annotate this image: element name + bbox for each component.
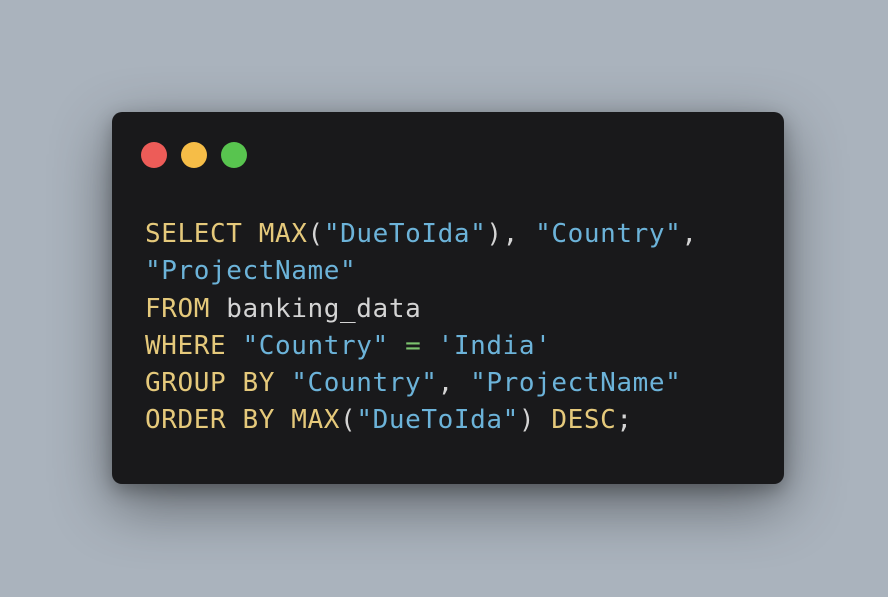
code-line: SELECT MAX("DueToIda"), "Country", [145,216,698,253]
code-token: "DueToIda" [356,405,519,436]
code-token: SELECT [145,219,259,249]
code-line: WHERE "Country" = 'India' [145,328,698,365]
maximize-dot-icon[interactable] [221,142,247,168]
code-token: ( [340,405,357,436]
sql-code-block: SELECT MAX("DueToIda"), "Country", "Proje… [145,216,698,440]
code-token: MAX [258,219,308,249]
code-line: FROM banking_data [145,291,698,328]
code-token: banking_data [226,293,422,324]
code-token: "Country" [535,219,682,249]
code-token: ( [307,219,324,249]
code-token: ORDER BY [145,405,292,436]
code-token: ), [486,219,536,249]
code-token: 'India' [437,330,552,361]
minimize-dot-icon[interactable] [181,142,207,168]
code-token: ) [518,405,552,436]
code-token: "Country" [291,368,438,399]
code-token: DESC [551,405,617,436]
code-token: "Country" [242,330,389,361]
code-token: "DueToIda" [323,219,487,249]
code-token: "ProjectName" [145,256,357,287]
code-token: GROUP BY [145,368,292,399]
code-token: WHERE [145,330,243,361]
close-dot-icon[interactable] [141,142,167,168]
code-line: GROUP BY "Country", "ProjectName" [145,365,698,402]
code-token: MAX [291,405,341,436]
code-token: , [681,219,698,249]
code-token: = [405,330,422,361]
code-token: , [437,368,471,399]
code-line: "ProjectName" [145,253,698,290]
code-token: FROM [145,293,227,324]
window-controls [141,142,247,168]
code-line: ORDER BY MAX("DueToIda") DESC; [145,402,698,439]
code-token: "ProjectName" [470,368,682,399]
code-token: ; [616,405,633,436]
code-window: SELECT MAX("DueToIda"), "Country", "Proje… [112,112,784,484]
